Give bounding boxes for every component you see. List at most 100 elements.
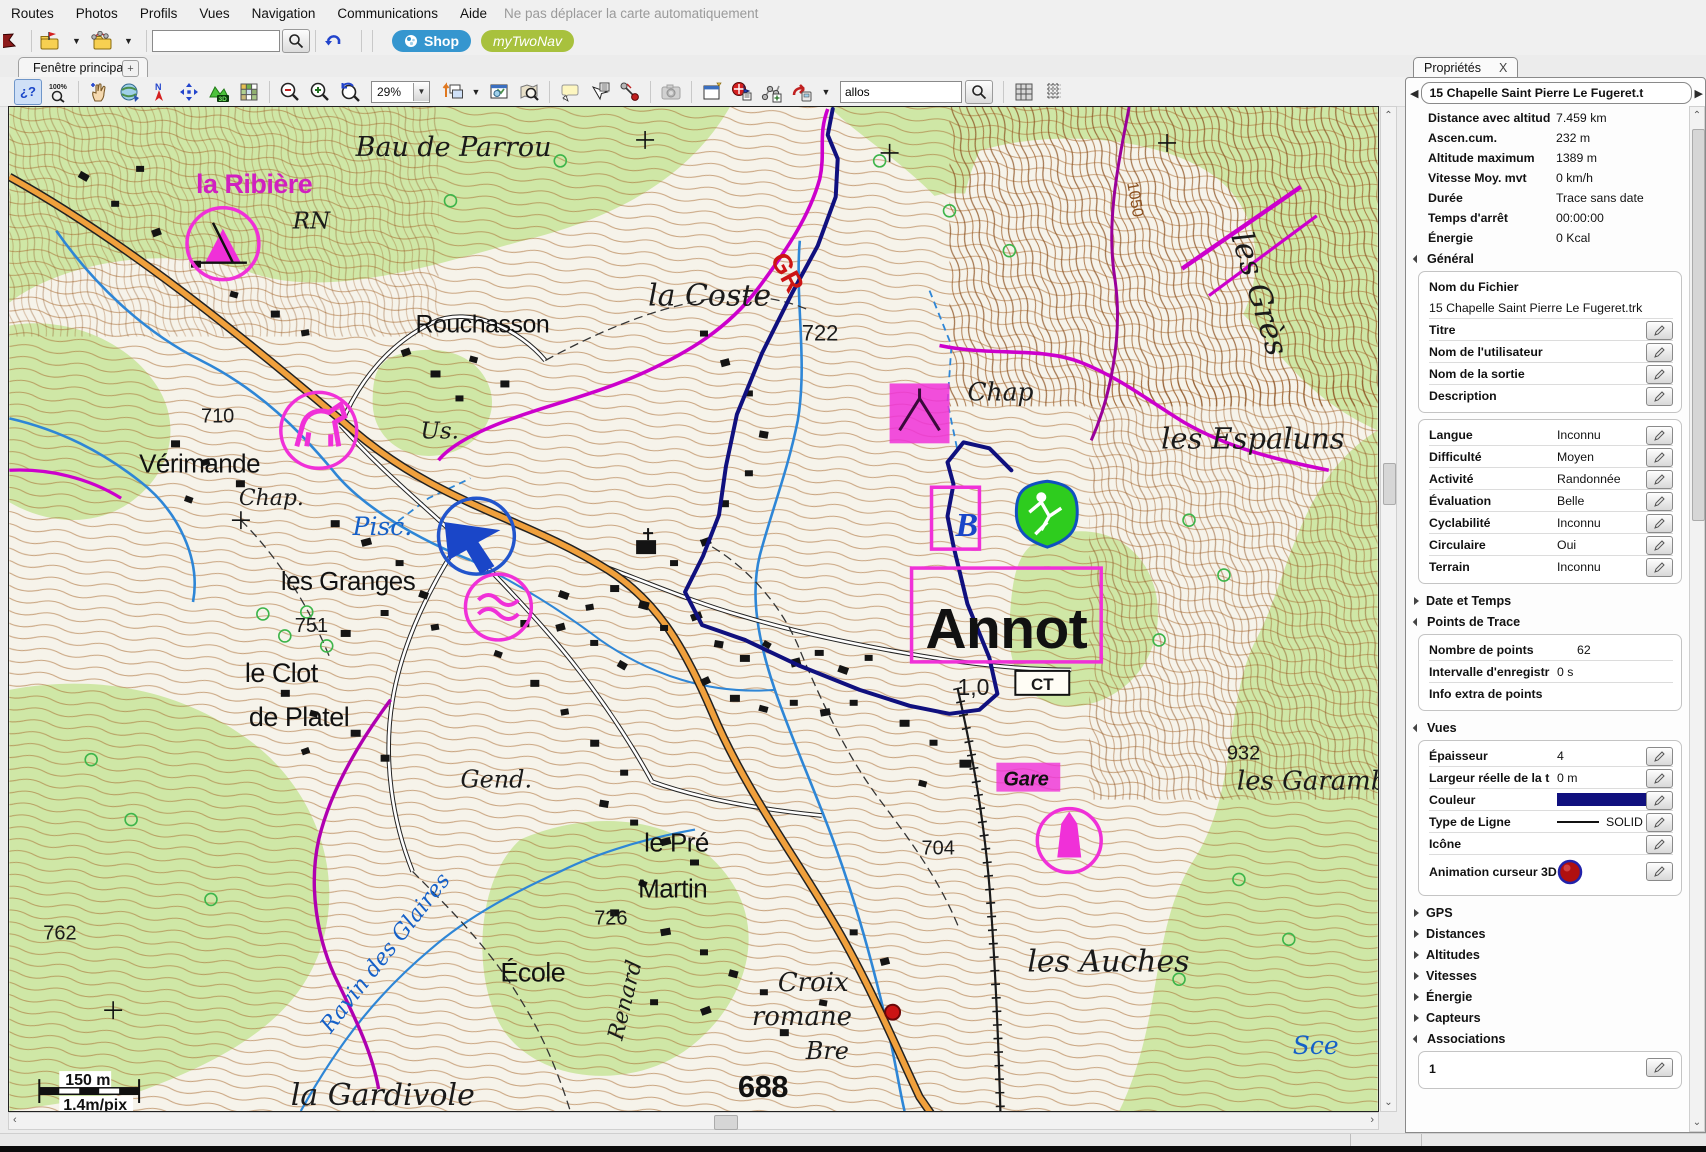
horizontal-scroll-thumb[interactable] [714,1115,738,1130]
track-name[interactable]: 15 Chapelle Saint Pierre Le Fugeret.t [1421,82,1691,104]
grid-config-button[interactable] [1040,79,1068,105]
quick-search-button[interactable] [282,29,310,53]
edit-terrain-button[interactable] [1646,558,1673,577]
menu-profils[interactable]: Profils [129,2,189,25]
section-date-temps[interactable]: Date et Temps [1406,590,1690,611]
edit-description-button[interactable] [1646,387,1673,406]
full-extent-button[interactable] [175,79,203,105]
edit-animation-button[interactable] [1646,862,1673,881]
section-gps[interactable]: GPS [1406,902,1690,923]
field-sortie: Nom de la sortie [1429,363,1673,385]
panel-scroll-up[interactable]: ⌃ [1690,110,1704,121]
edit-titre-button[interactable] [1646,321,1673,340]
shop-button[interactable]: Shop [392,30,471,52]
map-horizontal-scrollbar[interactable]: ‹ › [8,1112,1379,1130]
map-search-button[interactable] [515,79,543,105]
edit-association-button[interactable] [1646,1058,1673,1077]
svg-text:CT: CT [1031,675,1054,694]
edit-icone-button[interactable] [1646,835,1673,854]
topo-map[interactable]: Bau de Parrou la Ribière RN Rouchasson l… [9,107,1378,1111]
panel-scroll-thumb[interactable] [1692,129,1705,521]
new-window-button[interactable] [698,79,726,105]
open-track-button[interactable] [89,28,115,54]
menu-communications[interactable]: Communications [326,2,449,25]
edit-activite-button[interactable] [1646,470,1673,489]
recenter-map-button[interactable] [115,79,143,105]
section-altitudes[interactable]: Altitudes [1406,944,1690,965]
scroll-up-arrow[interactable]: ⌃ [1381,110,1396,121]
zoom-level-dropdown[interactable]: ▼ [413,83,429,101]
menu-vues[interactable]: Vues [188,2,240,25]
new-route-dropdown[interactable]: ▼ [818,79,833,105]
track-point-tool-button[interactable] [616,79,644,105]
edit-evaluation-button[interactable] [1646,492,1673,511]
zoom-previous-button[interactable] [336,79,364,105]
undo-button[interactable] [321,28,347,54]
panel-scroll-down[interactable]: ⌄ [1690,1117,1704,1128]
edit-couleur-button[interactable] [1646,791,1673,810]
section-associations[interactable]: Associations [1406,1028,1690,1049]
quick-search-input[interactable] [152,30,280,52]
zoom-100-button[interactable]: 100% [44,79,72,105]
map-search-input[interactable] [840,81,962,103]
panel-scrollbar[interactable]: ⌃ ⌄ [1689,106,1705,1132]
zoom-in-button[interactable] [306,79,334,105]
section-general[interactable]: Général [1406,248,1690,269]
section-vitesses[interactable]: Vitesses [1406,965,1690,986]
vertical-scroll-thumb[interactable] [1383,463,1396,505]
info-mode-button[interactable]: ¿? [14,79,42,105]
scroll-right-arrow[interactable]: › [1370,1114,1374,1126]
svg-text:Bre: Bre [805,1037,849,1065]
edit-type-ligne-button[interactable] [1646,813,1673,832]
properties-tab[interactable]: Propriétés X [1413,57,1518,78]
track-cursor-marker[interactable] [885,1005,900,1020]
mytwonav-button[interactable]: myTwoNav [481,30,574,52]
edit-cyclabilite-button[interactable] [1646,514,1673,533]
section-vues[interactable]: Vues [1406,717,1690,738]
section-capteurs[interactable]: Capteurs [1406,1007,1690,1028]
menu-routes[interactable]: Routes [0,2,65,25]
map-viewport[interactable]: Bau de Parrou la Ribière RN Rouchasson l… [8,106,1379,1112]
menu-aide[interactable]: Aide [449,2,498,25]
map-vertical-scrollbar[interactable]: ⌃ ⌄ [1380,106,1397,1112]
next-track-button[interactable]: ▶ [1695,87,1703,100]
grid-view-button[interactable] [1010,79,1038,105]
scroll-left-arrow[interactable]: ‹ [13,1114,17,1126]
orient-north-button[interactable]: N [145,79,173,105]
track-color-swatch[interactable] [1557,793,1649,806]
new-waypoint-button[interactable] [728,79,756,105]
menu-photos[interactable]: Photos [65,2,129,25]
edit-langue-button[interactable] [1646,426,1673,445]
previous-track-button[interactable]: ◀ [1410,87,1418,100]
zoom-out-button[interactable] [276,79,304,105]
menu-navigation[interactable]: Navigation [241,2,327,25]
edit-epaisseur-button[interactable] [1646,747,1673,766]
section-distances[interactable]: Distances [1406,923,1690,944]
scale-order-button[interactable] [438,79,466,105]
photo-tool-button[interactable] [657,79,685,105]
map-search-go-button[interactable] [965,80,993,104]
close-panel-button[interactable]: X [1499,61,1507,75]
scroll-down-arrow[interactable]: ⌄ [1381,1097,1396,1108]
new-track-button[interactable] [758,79,786,105]
edit-sortie-button[interactable] [1646,365,1673,384]
open-waypoints-button[interactable] [37,28,63,54]
edit-difficulte-button[interactable] [1646,448,1673,467]
pan-hand-button[interactable] [85,79,113,105]
open-track-dropdown[interactable]: ▼ [115,28,141,54]
scale-order-dropdown[interactable]: ▼ [468,79,483,105]
edit-utilisateur-button[interactable] [1646,343,1673,362]
view-3d-button[interactable]: 3D [205,79,233,105]
mosaic-view-button[interactable] [235,79,263,105]
map-list-button[interactable] [485,79,513,105]
section-points-trace[interactable]: Points de Trace [1406,611,1690,632]
add-window-tab-button[interactable]: + [122,60,139,77]
note-tool-button[interactable] [556,79,584,105]
edit-largeur-button[interactable] [1646,769,1673,788]
section-energie[interactable]: Énergie [1406,986,1690,1007]
open-waypoints-dropdown[interactable]: ▼ [63,28,89,54]
zoom-level-combo[interactable]: 29% ▼ [371,81,430,103]
select-info-button[interactable] [586,79,614,105]
edit-circulaire-button[interactable] [1646,536,1673,555]
new-route-button[interactable] [788,79,816,105]
